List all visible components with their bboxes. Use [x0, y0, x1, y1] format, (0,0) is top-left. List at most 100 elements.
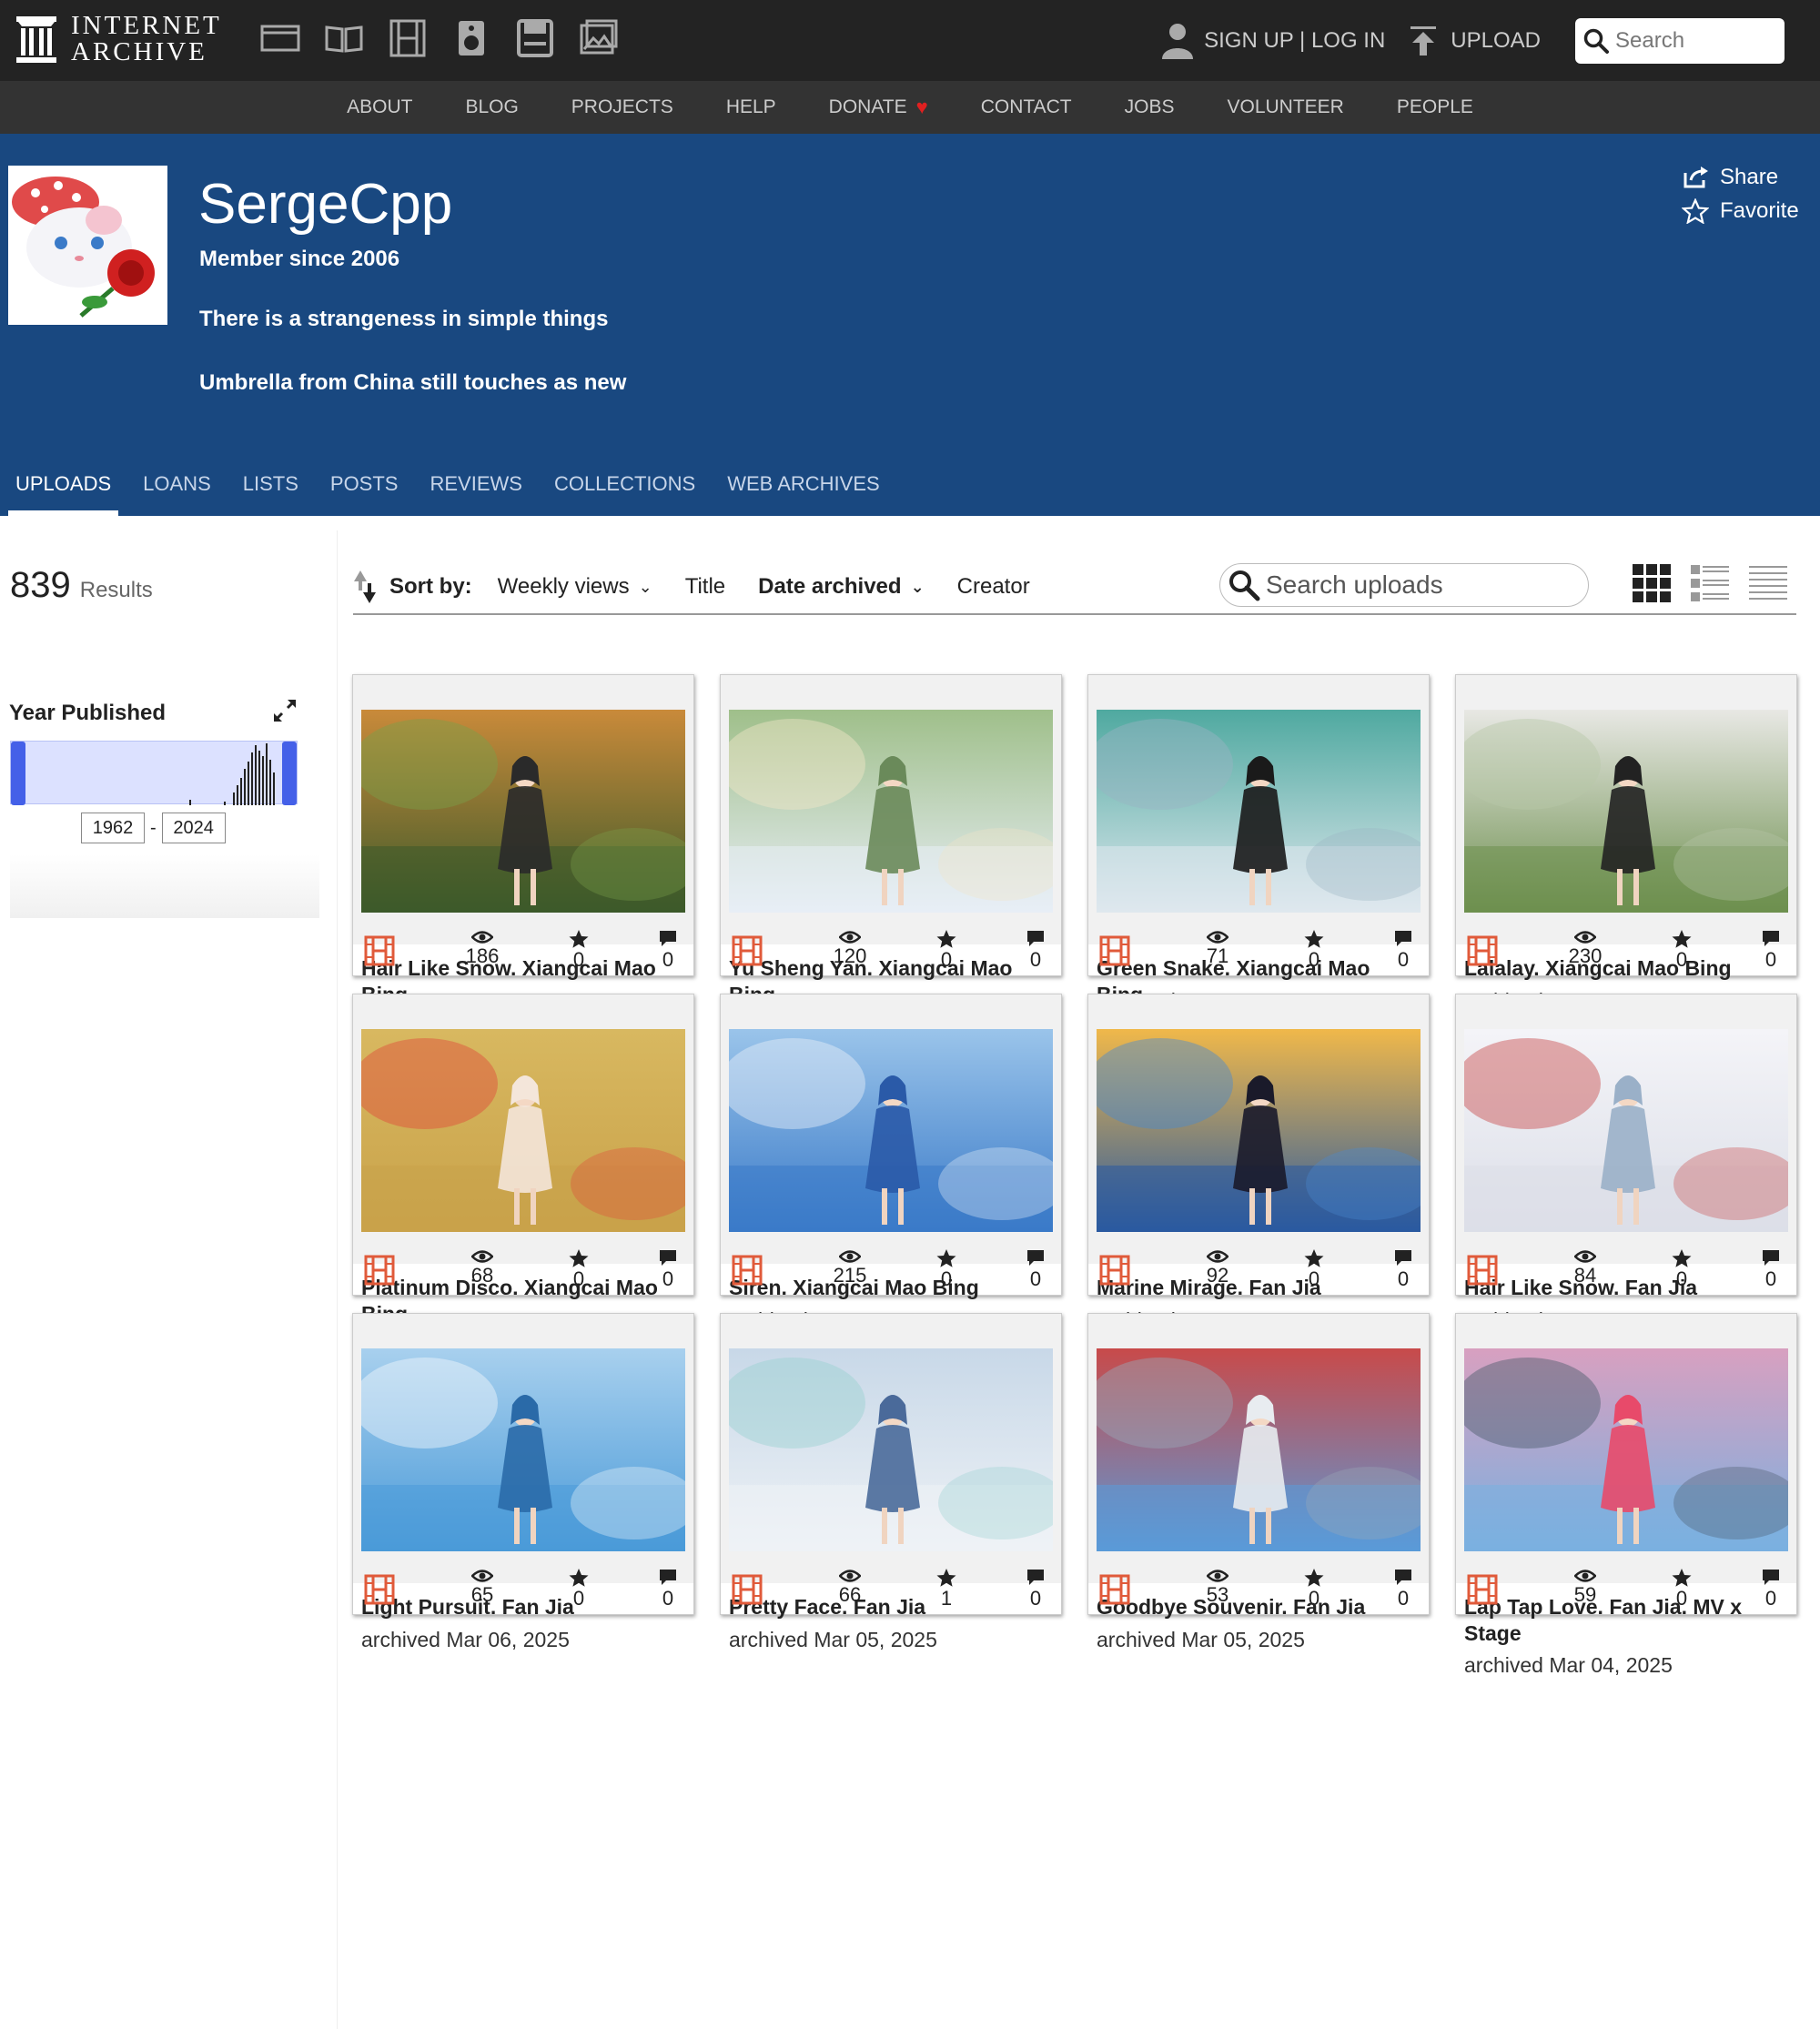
star-icon	[1304, 1569, 1324, 1587]
item-card[interactable]: Hair Like Snow. Xiangcai Mao Bingarchive…	[352, 674, 694, 1038]
item-thumbnail-area[interactable]	[353, 675, 693, 944]
detail-list-view-icon[interactable]	[1690, 563, 1730, 603]
internet-archive-logo[interactable]: INTERNET ARCHIVE	[15, 13, 222, 66]
sort-creator[interactable]: Creator	[957, 574, 1030, 600]
item-views-count: 68	[470, 1264, 494, 1287]
sign-up-label: SIGN UP | LOG IN	[1204, 27, 1386, 53]
item-thumbnail-area[interactable]	[1456, 675, 1796, 944]
item-card[interactable]: Goodbye Souvenir. Fan Jia archived Mar 05…	[1087, 1313, 1430, 1651]
item-thumbnail-area[interactable]	[353, 994, 693, 1264]
nav-jobs[interactable]: JOBS	[1125, 96, 1175, 118]
comment-icon	[660, 1570, 676, 1585]
sort-direction-icon[interactable]	[353, 569, 377, 605]
nav-projects[interactable]: PROJECTS	[571, 96, 673, 118]
item-thumbnail-area[interactable]	[1088, 1314, 1429, 1583]
tab-collections[interactable]: COLLECTIONS	[554, 452, 695, 516]
item-card[interactable]: Pretty Face. Fan Jia archived Mar 05, 202…	[720, 1313, 1062, 1651]
star-icon	[936, 1569, 956, 1587]
item-thumbnail[interactable]	[1097, 710, 1421, 913]
tile-view-icon[interactable]	[1632, 563, 1672, 603]
item-views: 68	[455, 1244, 510, 1287]
item-views-count: 215	[833, 1264, 867, 1287]
eye-icon	[471, 1250, 493, 1263]
item-thumbnail[interactable]	[361, 710, 685, 913]
sort-weekly-views[interactable]: Weekly views ⌄	[498, 574, 652, 600]
tab-loans[interactable]: LOANS	[143, 452, 211, 516]
thumbnail-photo	[361, 710, 685, 913]
histogram-max-handle[interactable]	[282, 742, 297, 805]
video-icon[interactable]	[388, 18, 428, 58]
item-thumbnail-area[interactable]	[1088, 994, 1429, 1264]
item-card[interactable]: Yu Sheng Yan. Xiangcai Mao Bingarchived …	[720, 674, 1062, 1038]
sort-date-archived[interactable]: Date archived ⌄	[758, 574, 925, 600]
tab-uploads[interactable]: UPLOADS	[7, 452, 119, 516]
item-thumbnail[interactable]	[1464, 1029, 1788, 1232]
sign-up-login-link[interactable]: SIGN UP | LOG IN	[1160, 21, 1385, 61]
uploads-search-input[interactable]	[1266, 570, 1575, 600]
item-thumbnail-area[interactable]	[1456, 994, 1796, 1264]
item-thumbnail[interactable]	[729, 1029, 1053, 1232]
item-thumbnail[interactable]	[1097, 1029, 1421, 1232]
nav-contact[interactable]: CONTACT	[981, 96, 1072, 118]
web-icon[interactable]	[260, 18, 300, 58]
histogram-min-handle[interactable]	[11, 742, 25, 805]
item-reviews-count: 0	[1764, 1267, 1777, 1290]
favorite-button[interactable]: Favorite	[1682, 198, 1799, 224]
software-icon[interactable]	[515, 18, 555, 58]
global-search-input[interactable]	[1615, 27, 1779, 54]
item-views-count: 230	[1568, 944, 1603, 967]
images-icon[interactable]	[579, 18, 619, 58]
tab-web-archives[interactable]: WEB ARCHIVES	[727, 452, 879, 516]
item-thumbnail[interactable]	[361, 1029, 685, 1232]
heart-icon: ♥	[915, 96, 928, 118]
item-reviews-count: 0	[1029, 1267, 1042, 1290]
year-histogram[interactable]	[10, 741, 298, 805]
item-thumbnail[interactable]	[1464, 710, 1788, 913]
search-icon[interactable]	[1228, 569, 1260, 601]
expand-icon[interactable]	[271, 697, 298, 724]
eye-icon	[471, 1570, 493, 1582]
item-thumbnail-area[interactable]	[353, 1314, 693, 1583]
nav-volunteer[interactable]: VOLUNTEER	[1227, 96, 1343, 118]
global-search-box[interactable]	[1575, 17, 1785, 64]
sort-title[interactable]: Title	[685, 574, 725, 600]
item-thumbnail[interactable]	[729, 710, 1053, 913]
nav-blog[interactable]: BLOG	[465, 96, 518, 118]
item-thumbnail[interactable]	[361, 1348, 685, 1551]
tab-lists[interactable]: LISTS	[243, 452, 298, 516]
item-card[interactable]: Light Pursuit. Fan Jia archived Mar 06, 2…	[352, 1313, 694, 1651]
audio-icon[interactable]	[451, 18, 491, 58]
year-from-input[interactable]: 1962	[81, 813, 145, 843]
item-thumbnail[interactable]	[1464, 1348, 1788, 1551]
compact-list-view-icon[interactable]	[1748, 563, 1788, 603]
item-card[interactable]: Marine Mirage. Fan Jiaarchived Mar 06, 2…	[1087, 994, 1431, 1332]
tab-posts[interactable]: POSTS	[330, 452, 399, 516]
item-thumbnail-area[interactable]	[1456, 1314, 1796, 1583]
item-thumbnail-area[interactable]	[721, 675, 1061, 944]
item-card[interactable]: Platinum Disco. Xiangcai Mao Bingarchive…	[352, 994, 694, 1358]
item-thumbnail-area[interactable]	[721, 994, 1061, 1264]
item-favorites-count: 0	[1308, 1267, 1320, 1290]
upload-link[interactable]: UPLOAD	[1409, 25, 1541, 57]
tab-reviews[interactable]: REVIEWS	[430, 452, 521, 516]
item-thumbnail[interactable]	[729, 1348, 1053, 1551]
search-icon[interactable]	[1582, 27, 1610, 55]
item-card[interactable]: Lalalay. Xiangcai Mao Bingarchived Mar 0…	[1455, 674, 1797, 1013]
nav-about[interactable]: ABOUT	[347, 96, 412, 118]
share-button[interactable]: Share	[1682, 165, 1778, 190]
item-thumbnail[interactable]	[1097, 1348, 1421, 1551]
item-card[interactable]: Hair Like Snow. Fan Jiaarchived Mar 06, …	[1455, 994, 1797, 1332]
nav-help[interactable]: HELP	[726, 96, 776, 118]
item-reviews: 0	[1376, 1244, 1431, 1291]
item-thumbnail-area[interactable]	[1088, 675, 1429, 944]
item-card[interactable]: Siren. Xiangcai Mao Bingarchived Mar 07,…	[720, 994, 1062, 1332]
item-thumbnail-area[interactable]	[721, 1314, 1061, 1583]
texts-icon[interactable]	[324, 18, 364, 58]
item-card[interactable]: Lap Tap Love. Fan Jia. MV x Stage archive…	[1455, 1313, 1797, 1677]
sort-date-archived-label: Date archived	[758, 574, 902, 599]
year-to-input[interactable]: 2024	[161, 813, 226, 843]
uploads-search-box[interactable]	[1219, 563, 1589, 607]
nav-people[interactable]: PEOPLE	[1397, 96, 1473, 118]
nav-donate[interactable]: DONATE ♥	[829, 96, 928, 119]
item-card[interactable]: Green Snake. Xiangcai Mao Bingarchived M…	[1087, 674, 1430, 1013]
